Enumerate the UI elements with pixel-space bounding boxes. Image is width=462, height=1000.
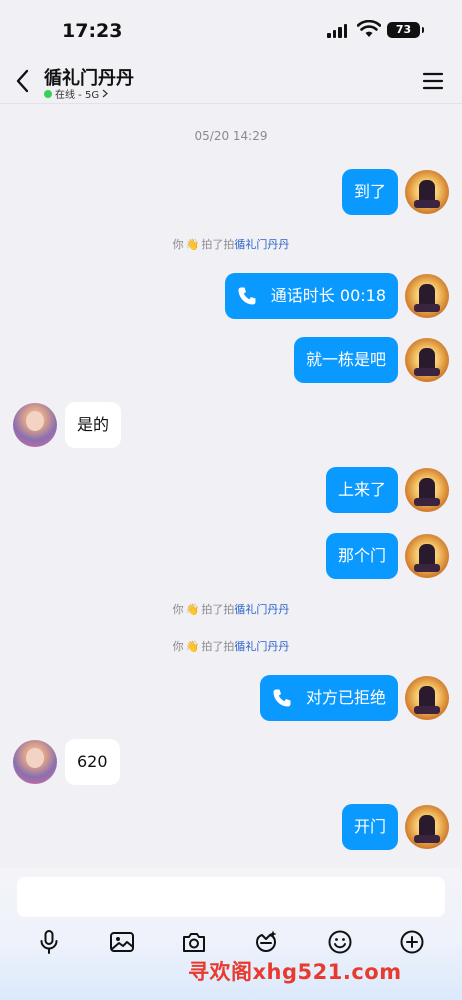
- poke-notice: 你 👋 拍了拍循礼门丹丹: [172, 238, 290, 251]
- sticker-icon: [256, 930, 277, 952]
- online-dot-icon: [44, 89, 52, 98]
- message-row: 那个门: [0, 533, 462, 579]
- message-row: 通话时长 00:18: [0, 273, 462, 319]
- message-row: 开门: [0, 804, 462, 850]
- my-avatar[interactable]: [405, 805, 449, 849]
- input-area: 寻欢阁xhg521.com: [0, 868, 462, 1000]
- message-row: 就一栋是吧: [0, 337, 462, 383]
- message-bubble[interactable]: 是的: [65, 402, 122, 448]
- signal-icon: [327, 24, 347, 38]
- wave-hand-icon: 👋: [185, 603, 200, 616]
- poke-target[interactable]: 循礼门丹丹: [234, 238, 289, 251]
- my-avatar[interactable]: [405, 274, 449, 318]
- watermark: 寻欢阁xhg521.com: [188, 960, 402, 984]
- phone-icon: [238, 287, 256, 305]
- plus-icon: [400, 930, 424, 954]
- poke-target[interactable]: 循礼门丹丹: [234, 640, 289, 653]
- my-avatar[interactable]: [405, 338, 449, 382]
- message-bubble[interactable]: 那个门: [325, 533, 398, 579]
- contact-avatar[interactable]: [13, 740, 57, 784]
- message-row: 是的: [0, 402, 462, 448]
- poke-notice: 你 👋 拍了拍循礼门丹丹: [172, 603, 290, 616]
- poke-target[interactable]: 循礼门丹丹: [234, 603, 289, 616]
- image-button[interactable]: [106, 926, 138, 958]
- camera-button[interactable]: [178, 926, 210, 958]
- status-time: 17:23: [62, 20, 123, 42]
- image-icon: [110, 932, 134, 952]
- wifi-icon: [357, 20, 381, 37]
- my-avatar[interactable]: [405, 676, 449, 720]
- message-list[interactable]: 05/20 14:29 到了 你 👋 拍了拍循礼门丹丹 通话时长 00:18 就一栋…: [0, 105, 462, 867]
- message-timestamp: 05/20 14:29: [194, 129, 268, 143]
- chat-header: 循礼门丹丹 在线 - 5G: [0, 58, 462, 104]
- message-row: 620: [0, 739, 462, 785]
- message-bubble[interactable]: 上来了: [325, 467, 398, 513]
- phone-icon: [273, 689, 291, 707]
- contact-avatar[interactable]: [13, 403, 57, 447]
- battery-indicator: 73: [387, 22, 424, 38]
- my-avatar[interactable]: [405, 170, 449, 214]
- status-bar: 17:23 73: [0, 0, 462, 58]
- message-bubble[interactable]: 就一栋是吧: [293, 337, 398, 383]
- message-row: 对方已拒绝: [0, 675, 462, 721]
- message-bubble[interactable]: 到了: [341, 169, 398, 215]
- message-bubble[interactable]: 开门: [341, 804, 398, 850]
- wave-hand-icon: 👋: [185, 640, 200, 653]
- presence-text: 在线 - 5G: [55, 90, 100, 101]
- message-row: 到了: [0, 169, 462, 215]
- menu-icon[interactable]: [422, 71, 444, 91]
- plus-button[interactable]: [396, 926, 428, 958]
- my-avatar[interactable]: [405, 534, 449, 578]
- message-row: 上来了: [0, 467, 462, 513]
- call-record-bubble[interactable]: 对方已拒绝: [259, 675, 398, 721]
- camera-icon: [183, 933, 205, 952]
- my-avatar[interactable]: [405, 468, 449, 512]
- microphone-button[interactable]: [33, 926, 65, 958]
- message-input[interactable]: [17, 877, 445, 917]
- presence-status[interactable]: 在线 - 5G: [44, 86, 108, 101]
- back-icon[interactable]: [12, 68, 34, 94]
- message-bubble[interactable]: 620: [65, 739, 120, 785]
- emoji-button[interactable]: [324, 926, 356, 958]
- call-record-bubble[interactable]: 通话时长 00:18: [224, 273, 398, 319]
- poke-notice: 你 👋 拍了拍循礼门丹丹: [172, 640, 290, 653]
- emoji-icon: [328, 930, 352, 954]
- sticker-button[interactable]: [250, 926, 282, 958]
- microphone-icon: [40, 930, 58, 954]
- wave-hand-icon: 👋: [185, 238, 200, 251]
- chevron-right-icon: [102, 89, 108, 98]
